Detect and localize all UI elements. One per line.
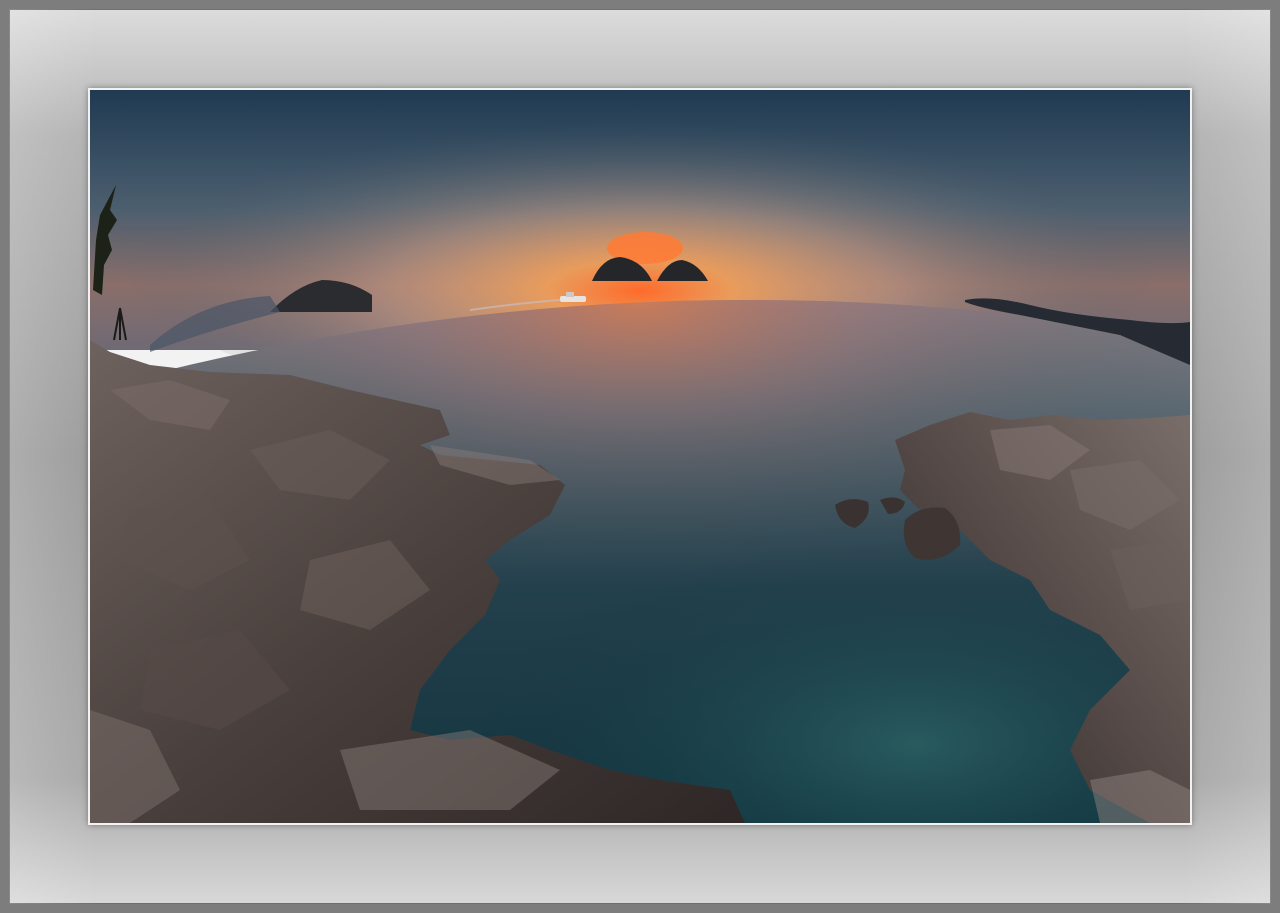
- seascape-photo: [90, 90, 1190, 823]
